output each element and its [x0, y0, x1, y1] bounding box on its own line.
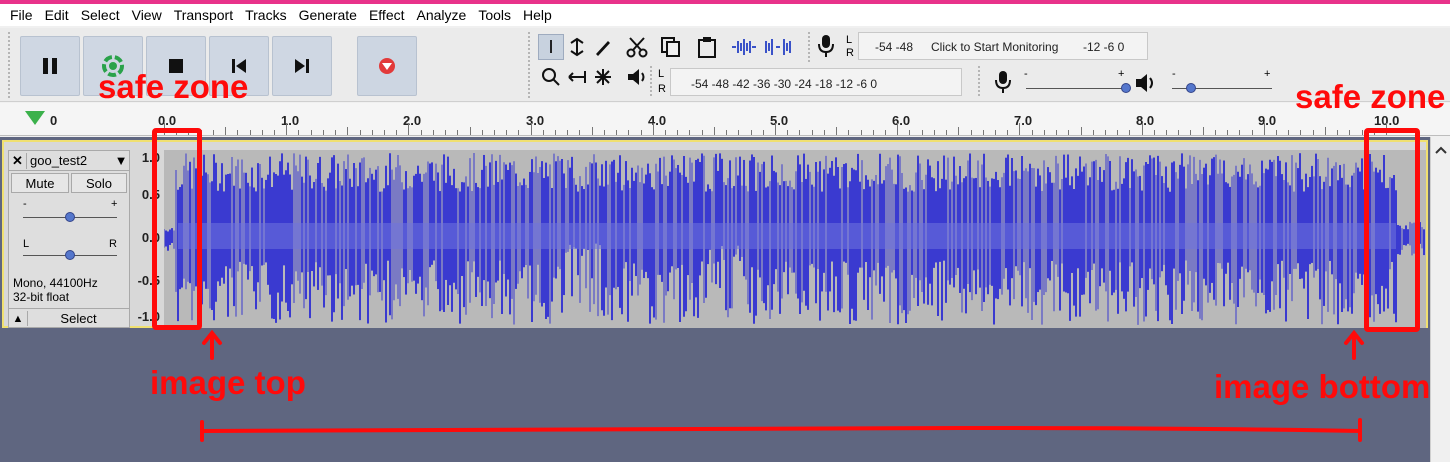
- span-bracket: [200, 418, 1362, 442]
- arrow-up-icon: [202, 329, 222, 360]
- arrow-up-icon: [1344, 329, 1364, 360]
- annotation-arrows: [200, 329, 1364, 442]
